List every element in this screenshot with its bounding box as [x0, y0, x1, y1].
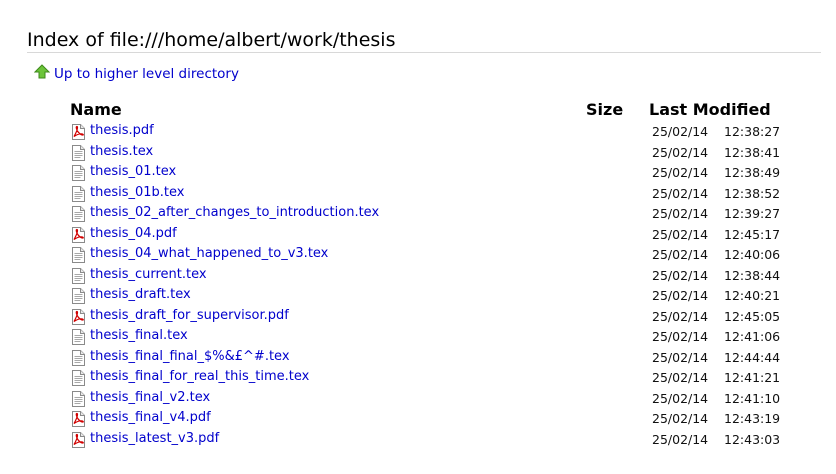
- file-date: 25/02/14: [652, 370, 709, 385]
- file-link[interactable]: thesis_draft.tex: [90, 285, 191, 306]
- pdf-file-icon: [70, 226, 86, 243]
- file-time: 12:40:21: [724, 288, 781, 303]
- file-time: 12:40:06: [724, 247, 781, 262]
- file-date: 25/02/14: [652, 247, 709, 262]
- text-file-icon: [70, 267, 86, 284]
- file-link[interactable]: thesis.pdf: [90, 121, 154, 142]
- file-row: thesis_final_v4.pdf 25/02/14 12:43:19: [0, 408, 836, 429]
- file-time: 12:38:49: [724, 165, 781, 180]
- file-row: thesis_latest_v3.pdf 25/02/14 12:43:03: [0, 429, 836, 450]
- file-link[interactable]: thesis_final_v4.pdf: [90, 408, 211, 429]
- file-row: thesis_final_v2.tex 25/02/14 12:41:10: [0, 388, 836, 409]
- up-arrow-icon[interactable]: [33, 64, 51, 80]
- text-file-icon: [70, 185, 86, 202]
- text-file-icon: [70, 329, 86, 345]
- file-date: 25/02/14: [652, 226, 709, 242]
- file-link[interactable]: thesis_04.pdf: [90, 224, 177, 245]
- file-time: 12:44:44: [724, 349, 781, 365]
- column-header-size[interactable]: Size: [586, 100, 623, 120]
- title-divider: [27, 52, 821, 53]
- file-link[interactable]: thesis_current.tex: [90, 265, 207, 286]
- file-time: 12:43:03: [724, 431, 781, 447]
- text-file-icon: [70, 349, 86, 366]
- file-date: 25/02/14: [652, 267, 709, 283]
- file-row: thesis_final_final_$%&£^#.tex 25/02/14 12:…: [0, 347, 836, 368]
- file-row: thesis_02_after_changes_to_introduction.…: [0, 203, 836, 224]
- pdf-file-icon: [70, 308, 86, 325]
- file-date: 25/02/14: [652, 390, 709, 406]
- file-date: 25/02/14: [652, 185, 709, 201]
- text-file-icon: [70, 247, 86, 263]
- text-file-icon: [70, 206, 86, 222]
- text-file-icon: [70, 144, 86, 161]
- file-date: 25/02/14: [652, 206, 709, 221]
- up-directory-row: Up to higher level directory: [33, 64, 239, 84]
- column-header-name[interactable]: Name: [70, 100, 122, 120]
- up-directory-link[interactable]: Up to higher level directory: [54, 66, 239, 82]
- file-link[interactable]: thesis_02_after_changes_to_introduction.…: [90, 203, 379, 224]
- file-time: 12:38:27: [724, 124, 781, 139]
- file-row: thesis_04_what_happened_to_v3.tex 25/02/1…: [0, 244, 836, 265]
- file-link[interactable]: thesis_04_what_happened_to_v3.tex: [90, 244, 328, 265]
- text-file-icon: [70, 390, 86, 407]
- file-link[interactable]: thesis_final_for_real_this_time.tex: [90, 367, 309, 388]
- file-time: 12:45:17: [724, 226, 781, 242]
- file-row: thesis_04.pdf 25/02/14 12:45:17: [0, 224, 836, 245]
- text-file-icon: [70, 370, 86, 386]
- file-link[interactable]: thesis_latest_v3.pdf: [90, 429, 219, 450]
- file-link[interactable]: thesis_final_final_$%&£^#.tex: [90, 347, 290, 368]
- file-row: thesis_final_for_real_this_time.tex 25/02…: [0, 367, 836, 388]
- file-list: thesis.pdf 25/02/14 12:38:27 thesis.tex 25/0…: [0, 121, 836, 449]
- file-row: thesis_01b.tex 25/02/14 12:38:52: [0, 183, 836, 204]
- file-link[interactable]: thesis_01.tex: [90, 162, 176, 183]
- file-date: 25/02/14: [652, 144, 709, 160]
- page-title: Index of file:///home/albert/work/thesis: [27, 29, 396, 51]
- file-link[interactable]: thesis_01b.tex: [90, 183, 184, 204]
- file-time: 12:41:10: [724, 390, 781, 406]
- file-time: 12:39:27: [724, 206, 781, 221]
- file-date: 25/02/14: [652, 431, 709, 447]
- file-time: 12:38:41: [724, 144, 781, 160]
- file-date: 25/02/14: [652, 165, 709, 180]
- file-link[interactable]: thesis_final_v2.tex: [90, 388, 210, 409]
- file-row: thesis_draft.tex 25/02/14 12:40:21: [0, 285, 836, 306]
- file-time: 12:45:05: [724, 308, 781, 324]
- pdf-file-icon: [70, 124, 86, 140]
- file-date: 25/02/14: [652, 288, 709, 303]
- pdf-file-icon: [70, 431, 86, 448]
- file-row: thesis_01.tex 25/02/14 12:38:49: [0, 162, 836, 183]
- file-date: 25/02/14: [652, 329, 709, 344]
- pdf-file-icon: [70, 411, 86, 427]
- file-row: thesis_draft_for_supervisor.pdf 25/02/14 1…: [0, 306, 836, 327]
- text-file-icon: [70, 288, 86, 304]
- file-row: thesis_current.tex 25/02/14 12:38:44: [0, 265, 836, 286]
- file-time: 12:41:06: [724, 329, 781, 344]
- file-row: thesis.pdf 25/02/14 12:38:27: [0, 121, 836, 142]
- file-row: thesis_final.tex 25/02/14 12:41:06: [0, 326, 836, 347]
- file-time: 12:43:19: [724, 411, 781, 426]
- file-link[interactable]: thesis_draft_for_supervisor.pdf: [90, 306, 289, 327]
- file-time: 12:41:21: [724, 370, 781, 385]
- file-time: 12:38:52: [724, 185, 781, 201]
- file-date: 25/02/14: [652, 411, 709, 426]
- file-time: 12:38:44: [724, 267, 781, 283]
- column-header-last-modified[interactable]: Last Modified: [649, 100, 771, 120]
- file-date: 25/02/14: [652, 308, 709, 324]
- file-date: 25/02/14: [652, 349, 709, 365]
- text-file-icon: [70, 165, 86, 181]
- file-date: 25/02/14: [652, 124, 709, 139]
- file-link[interactable]: thesis_final.tex: [90, 326, 188, 347]
- file-link[interactable]: thesis.tex: [90, 142, 153, 163]
- file-row: thesis.tex 25/02/14 12:38:41: [0, 142, 836, 163]
